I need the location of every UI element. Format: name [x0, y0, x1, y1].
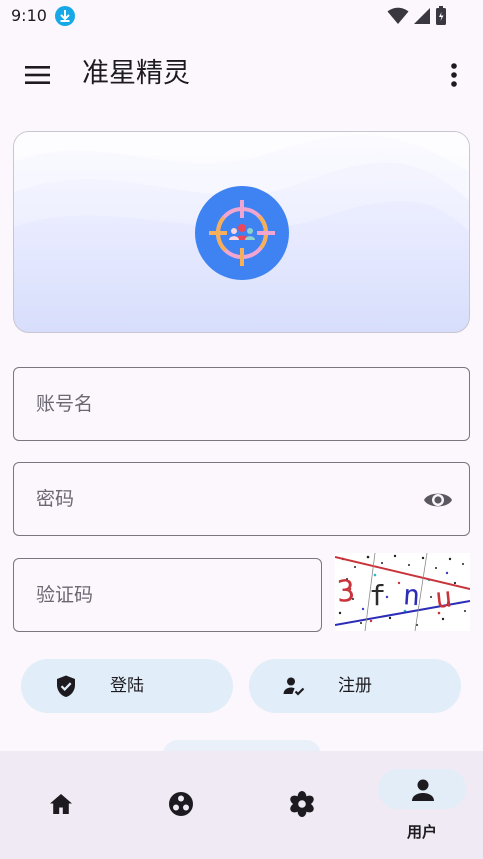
nav-item-games[interactable] — [120, 751, 240, 859]
login-label: 登陆 — [110, 676, 144, 696]
account-input[interactable] — [14, 368, 469, 440]
nav-item-home[interactable] — [0, 751, 120, 859]
settings-icon — [290, 791, 314, 817]
home-icon — [50, 794, 72, 814]
visibility-icon[interactable] — [423, 486, 453, 514]
svg-text:f: f — [369, 579, 386, 612]
status-time: 9:10 — [11, 6, 47, 25]
register-label: 注册 — [338, 676, 372, 696]
register-button[interactable]: 注册 — [249, 659, 461, 713]
menu-icon[interactable] — [24, 64, 52, 86]
status-icons — [387, 6, 447, 26]
header-banner — [13, 131, 470, 333]
signal-icon — [414, 8, 430, 24]
svg-text:n: n — [402, 578, 421, 612]
status-bar: 9:10 — [0, 0, 483, 34]
nav-item-settings[interactable] — [241, 751, 361, 859]
app-bar: 准星精灵 — [0, 46, 483, 104]
wifi-icon — [387, 7, 409, 24]
person-icon — [412, 779, 434, 801]
crosshair-icon — [209, 200, 275, 266]
bottom-navigation: 用户 — [0, 751, 483, 859]
nav-item-user[interactable]: 用户 — [362, 751, 482, 859]
svg-text:u: u — [433, 580, 453, 615]
nav-label-user: 用户 — [406, 823, 437, 841]
app-logo — [195, 186, 289, 280]
more-vert-icon[interactable] — [449, 62, 459, 88]
captcha-input[interactable] — [14, 559, 321, 631]
account-field[interactable] — [13, 367, 470, 441]
captcha-image[interactable]: 3 f n u — [334, 552, 471, 632]
password-input[interactable] — [14, 463, 469, 535]
battery-icon — [436, 6, 446, 25]
login-button[interactable]: 登陆 — [21, 659, 233, 713]
password-field[interactable] — [13, 462, 470, 536]
app-title: 准星精灵 — [82, 58, 190, 89]
download-icon — [55, 6, 75, 26]
svg-text:3: 3 — [336, 574, 356, 610]
captcha-field[interactable] — [13, 558, 322, 632]
games-icon — [169, 792, 193, 816]
